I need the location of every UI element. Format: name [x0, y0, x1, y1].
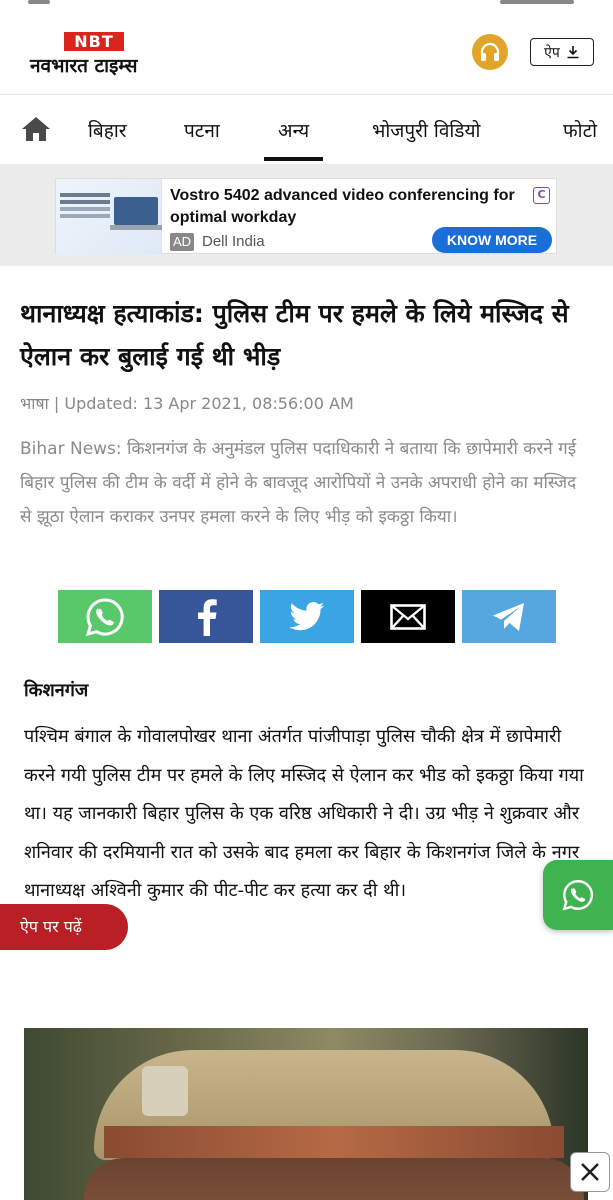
facebook-icon	[198, 598, 217, 636]
app-download-button[interactable]: ऐप	[530, 38, 594, 66]
logo-wordmark: नवभारत टाइम्स	[30, 55, 138, 77]
article-summary: Bihar News: किशनगंज के अनुमंडल पुलिस पदा…	[20, 439, 577, 527]
article-photo[interactable]	[24, 1028, 588, 1200]
close-glyph	[581, 1163, 599, 1181]
article-headline: थानाध्यक्ष हत्याकांड: पुलिस टीम पर हमले …	[20, 299, 569, 371]
ad-banner[interactable]: Vostro 5402 advanced video conferencing …	[55, 178, 557, 255]
share-mail-button[interactable]	[361, 590, 455, 643]
share-facebook-button[interactable]	[159, 590, 253, 643]
article-updated: Updated: 13 Apr 2021, 08:56:00 AM	[64, 394, 354, 413]
download-icon	[567, 46, 579, 59]
whatsapp-icon	[85, 597, 124, 636]
section-nav: बिहार पटना अन्य भोजपुरी विडियो फोटो	[0, 94, 613, 164]
ad-image-text-lines	[60, 193, 110, 197]
headphones-glyph	[480, 42, 500, 61]
home-icon[interactable]	[20, 115, 52, 143]
ad-advertiser: Dell India	[202, 233, 265, 250]
photo-face-shape	[84, 1158, 584, 1200]
site-header: NBT नवभारत टाइम्स ऐप	[0, 14, 613, 94]
article-body: पश्चिम बंगाल के गोवालपोखर थाना अंतर्गत प…	[24, 726, 584, 901]
photo-cap-badge	[142, 1066, 188, 1116]
status-bar	[0, 0, 613, 14]
whatsapp-float-icon	[562, 880, 594, 911]
nav-item-photo[interactable]: फोटो	[563, 117, 597, 143]
meta-separator: |	[53, 394, 65, 413]
ad-image-laptop-base	[110, 225, 162, 230]
close-icon[interactable]	[570, 1152, 610, 1192]
share-whatsapp-button[interactable]	[58, 590, 152, 643]
ad-image	[56, 179, 162, 255]
telegram-icon	[493, 602, 524, 631]
ad-badge: AD	[170, 233, 194, 251]
logo-nbt-mark: NBT	[64, 32, 124, 51]
share-telegram-button[interactable]	[462, 590, 556, 643]
headphones-icon[interactable]	[472, 34, 508, 70]
ad-image-laptop	[114, 197, 158, 225]
twitter-icon	[289, 601, 324, 630]
share-twitter-button[interactable]	[260, 590, 354, 643]
status-time-fragment	[28, 0, 50, 4]
photo-cap-band	[104, 1126, 564, 1158]
status-icons-fragment	[500, 0, 574, 4]
nbt-logo[interactable]: NBT नवभारत टाइम्स	[30, 32, 160, 82]
article-meta: भाषा | Updated: 13 Apr 2021, 08:56:00 AM	[20, 392, 354, 414]
app-button-label: ऐप	[544, 44, 560, 61]
adchoices-icon[interactable]: C	[533, 187, 550, 204]
nav-item-bihar[interactable]: बिहार	[88, 117, 127, 143]
mail-icon	[390, 603, 426, 630]
whatsapp-float-button[interactable]	[543, 860, 613, 930]
share-buttons	[58, 590, 556, 644]
nav-item-bhojpuri-video[interactable]: भोजपुरी विडियो	[372, 117, 480, 143]
nav-item-anya[interactable]: अन्य	[263, 117, 324, 161]
read-in-app-button[interactable]: ऐप पर पढ़ें	[0, 904, 128, 950]
ad-container: Vostro 5402 advanced video conferencing …	[0, 164, 613, 266]
nav-item-patna[interactable]: पटना	[184, 117, 220, 143]
article-dateline: किशनगंज	[24, 680, 89, 701]
ad-title: Vostro 5402 advanced video conferencing …	[170, 187, 515, 226]
ad-know-more-button[interactable]: KNOW MORE	[432, 227, 552, 253]
article-source: भाषा	[20, 394, 49, 413]
